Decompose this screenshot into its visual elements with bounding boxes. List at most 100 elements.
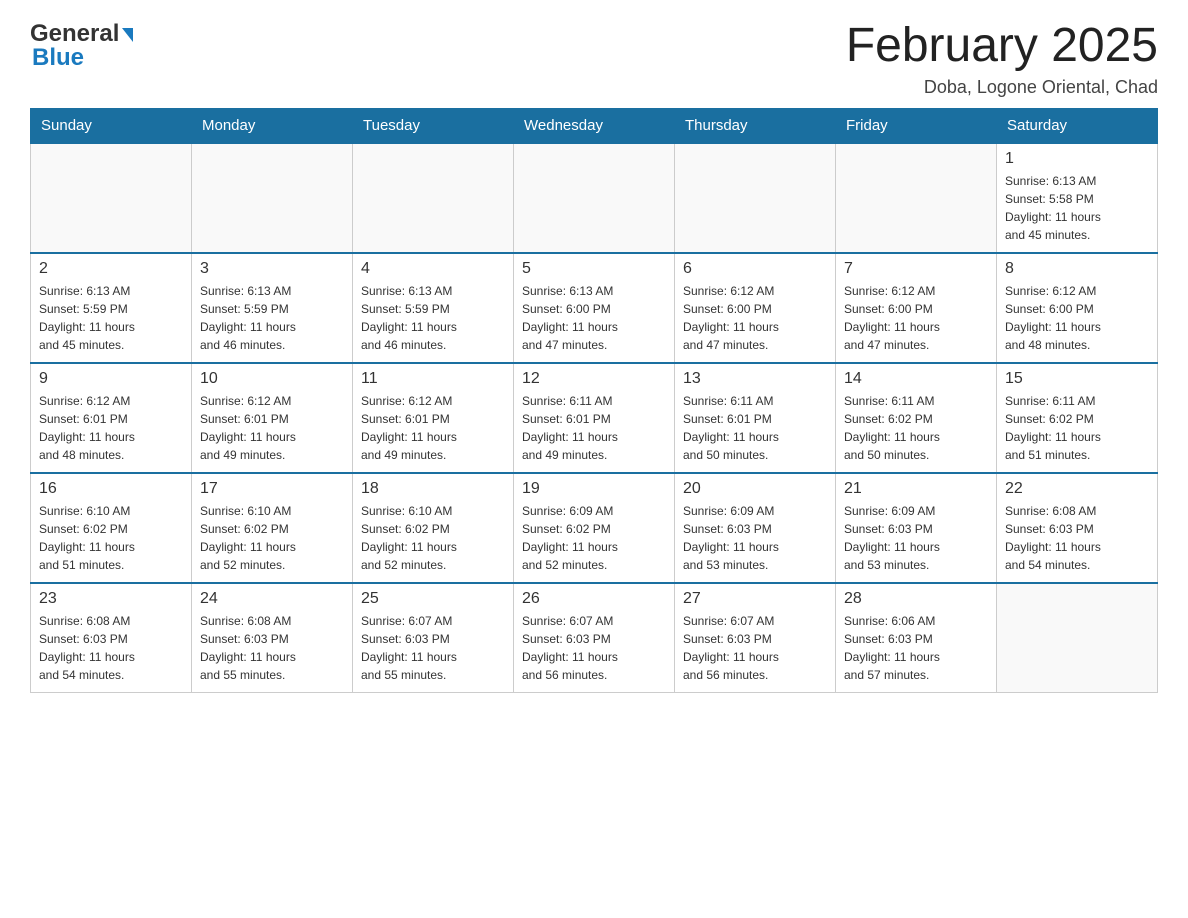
weekday-header-monday: Monday [192,108,353,143]
calendar-cell: 6 Sunrise: 6:12 AM Sunset: 6:00 PM Daylig… [675,253,836,363]
week-row-5: 23 Sunrise: 6:08 AM Sunset: 6:03 PM Dayli… [31,583,1158,693]
calendar-cell: 21Sunrise: 6:09 AM Sunset: 6:03 PM Dayli… [836,473,997,583]
calendar-cell [192,143,353,253]
calendar-cell: 17 Sunrise: 6:10 AM Sunset: 6:02 PM Dayli… [192,473,353,583]
calendar-cell: 4 Sunrise: 6:13 AM Sunset: 5:59 PM Daylig… [353,253,514,363]
day-number: 28 [844,590,988,608]
day-info: Sunrise: 6:07 AM Sunset: 6:03 PM Dayligh… [683,612,827,684]
logo-blue-text: Blue [30,44,84,72]
day-number: 16 [39,480,183,498]
calendar-cell [997,583,1158,693]
day-number: 24 [200,590,344,608]
week-row-1: 1 Sunrise: 6:13 AM Sunset: 5:58 PM Daylig… [31,143,1158,253]
calendar-cell: 1 Sunrise: 6:13 AM Sunset: 5:58 PM Daylig… [997,143,1158,253]
calendar-cell [675,143,836,253]
calendar-cell: 14 Sunrise: 6:11 AM Sunset: 6:02 PM Dayli… [836,363,997,473]
day-number: 22 [1005,480,1149,498]
calendar-cell: 27 Sunrise: 6:07 AM Sunset: 6:03 PM Dayli… [675,583,836,693]
day-info: Sunrise: 6:09 AM Sunset: 6:02 PM Dayligh… [522,502,666,574]
day-number: 14 [844,370,988,388]
day-info: Sunrise: 6:13 AM Sunset: 5:59 PM Dayligh… [361,282,505,354]
calendar-cell: 12Sunrise: 6:11 AM Sunset: 6:01 PM Dayli… [514,363,675,473]
week-row-4: 16 Sunrise: 6:10 AM Sunset: 6:02 PM Dayli… [31,473,1158,583]
day-info: Sunrise: 6:12 AM Sunset: 6:00 PM Dayligh… [1005,282,1149,354]
day-info: Sunrise: 6:12 AM Sunset: 6:01 PM Dayligh… [200,392,344,464]
day-number: 6 [683,260,827,278]
day-number: 9 [39,370,183,388]
weekday-header-sunday: Sunday [31,108,192,143]
day-info: Sunrise: 6:12 AM Sunset: 6:01 PM Dayligh… [39,392,183,464]
calendar-cell: 19 Sunrise: 6:09 AM Sunset: 6:02 PM Dayli… [514,473,675,583]
day-info: Sunrise: 6:08 AM Sunset: 6:03 PM Dayligh… [200,612,344,684]
day-number: 23 [39,590,183,608]
calendar-cell: 23 Sunrise: 6:08 AM Sunset: 6:03 PM Dayli… [31,583,192,693]
calendar-cell: 22 Sunrise: 6:08 AM Sunset: 6:03 PM Dayli… [997,473,1158,583]
day-info: Sunrise: 6:08 AM Sunset: 6:03 PM Dayligh… [1005,502,1149,574]
day-number: 12 [522,370,666,388]
day-info: Sunrise: 6:10 AM Sunset: 6:02 PM Dayligh… [39,502,183,574]
day-number: 8 [1005,260,1149,278]
location-text: Doba, Logone Oriental, Chad [846,77,1158,98]
day-info: Sunrise: 6:13 AM Sunset: 6:00 PM Dayligh… [522,282,666,354]
day-info: Sunrise: 6:06 AM Sunset: 6:03 PM Dayligh… [844,612,988,684]
week-row-3: 9 Sunrise: 6:12 AM Sunset: 6:01 PM Daylig… [31,363,1158,473]
calendar-cell: 26 Sunrise: 6:07 AM Sunset: 6:03 PM Dayli… [514,583,675,693]
calendar-cell: 7Sunrise: 6:12 AM Sunset: 6:00 PM Daylig… [836,253,997,363]
week-row-2: 2 Sunrise: 6:13 AM Sunset: 5:59 PM Daylig… [31,253,1158,363]
calendar-cell: 24 Sunrise: 6:08 AM Sunset: 6:03 PM Dayli… [192,583,353,693]
day-info: Sunrise: 6:08 AM Sunset: 6:03 PM Dayligh… [39,612,183,684]
day-number: 26 [522,590,666,608]
calendar-cell: 25 Sunrise: 6:07 AM Sunset: 6:03 PM Dayli… [353,583,514,693]
day-info: Sunrise: 6:13 AM Sunset: 5:59 PM Dayligh… [39,282,183,354]
day-number: 19 [522,480,666,498]
logo-arrow-icon [122,28,133,42]
title-area: February 2025 Doba, Logone Oriental, Cha… [846,20,1158,98]
day-number: 1 [1005,150,1149,168]
calendar-cell: 2 Sunrise: 6:13 AM Sunset: 5:59 PM Daylig… [31,253,192,363]
calendar-cell [836,143,997,253]
day-info: Sunrise: 6:10 AM Sunset: 6:02 PM Dayligh… [200,502,344,574]
day-info: Sunrise: 6:07 AM Sunset: 6:03 PM Dayligh… [361,612,505,684]
calendar-cell: 28 Sunrise: 6:06 AM Sunset: 6:03 PM Dayli… [836,583,997,693]
calendar-cell: 5 Sunrise: 6:13 AM Sunset: 6:00 PM Daylig… [514,253,675,363]
day-number: 7 [844,260,988,278]
calendar-cell: 11Sunrise: 6:12 AM Sunset: 6:01 PM Dayli… [353,363,514,473]
day-info: Sunrise: 6:11 AM Sunset: 6:02 PM Dayligh… [844,392,988,464]
day-number: 21 [844,480,988,498]
calendar-cell: 8 Sunrise: 6:12 AM Sunset: 6:00 PM Daylig… [997,253,1158,363]
day-info: Sunrise: 6:10 AM Sunset: 6:02 PM Dayligh… [361,502,505,574]
calendar-cell: 18 Sunrise: 6:10 AM Sunset: 6:02 PM Dayli… [353,473,514,583]
day-number: 11 [361,370,505,388]
day-number: 27 [683,590,827,608]
calendar-cell [31,143,192,253]
weekday-header-friday: Friday [836,108,997,143]
calendar-cell: 15 Sunrise: 6:11 AM Sunset: 6:02 PM Dayli… [997,363,1158,473]
day-number: 5 [522,260,666,278]
day-number: 13 [683,370,827,388]
weekday-header-wednesday: Wednesday [514,108,675,143]
calendar-table: SundayMondayTuesdayWednesdayThursdayFrid… [30,108,1158,694]
day-info: Sunrise: 6:13 AM Sunset: 5:58 PM Dayligh… [1005,172,1149,244]
calendar-cell [514,143,675,253]
calendar-cell: 9 Sunrise: 6:12 AM Sunset: 6:01 PM Daylig… [31,363,192,473]
calendar-cell [353,143,514,253]
day-number: 20 [683,480,827,498]
calendar-cell: 16 Sunrise: 6:10 AM Sunset: 6:02 PM Dayli… [31,473,192,583]
day-number: 3 [200,260,344,278]
day-info: Sunrise: 6:11 AM Sunset: 6:02 PM Dayligh… [1005,392,1149,464]
day-number: 4 [361,260,505,278]
day-number: 18 [361,480,505,498]
day-number: 25 [361,590,505,608]
weekday-header-thursday: Thursday [675,108,836,143]
day-number: 2 [39,260,183,278]
calendar-header-row: SundayMondayTuesdayWednesdayThursdayFrid… [31,108,1158,143]
weekday-header-saturday: Saturday [997,108,1158,143]
day-info: Sunrise: 6:07 AM Sunset: 6:03 PM Dayligh… [522,612,666,684]
logo: General Blue [30,20,133,72]
month-title: February 2025 [846,20,1158,73]
day-info: Sunrise: 6:12 AM Sunset: 6:00 PM Dayligh… [683,282,827,354]
day-number: 17 [200,480,344,498]
day-number: 15 [1005,370,1149,388]
calendar-cell: 13Sunrise: 6:11 AM Sunset: 6:01 PM Dayli… [675,363,836,473]
day-number: 10 [200,370,344,388]
